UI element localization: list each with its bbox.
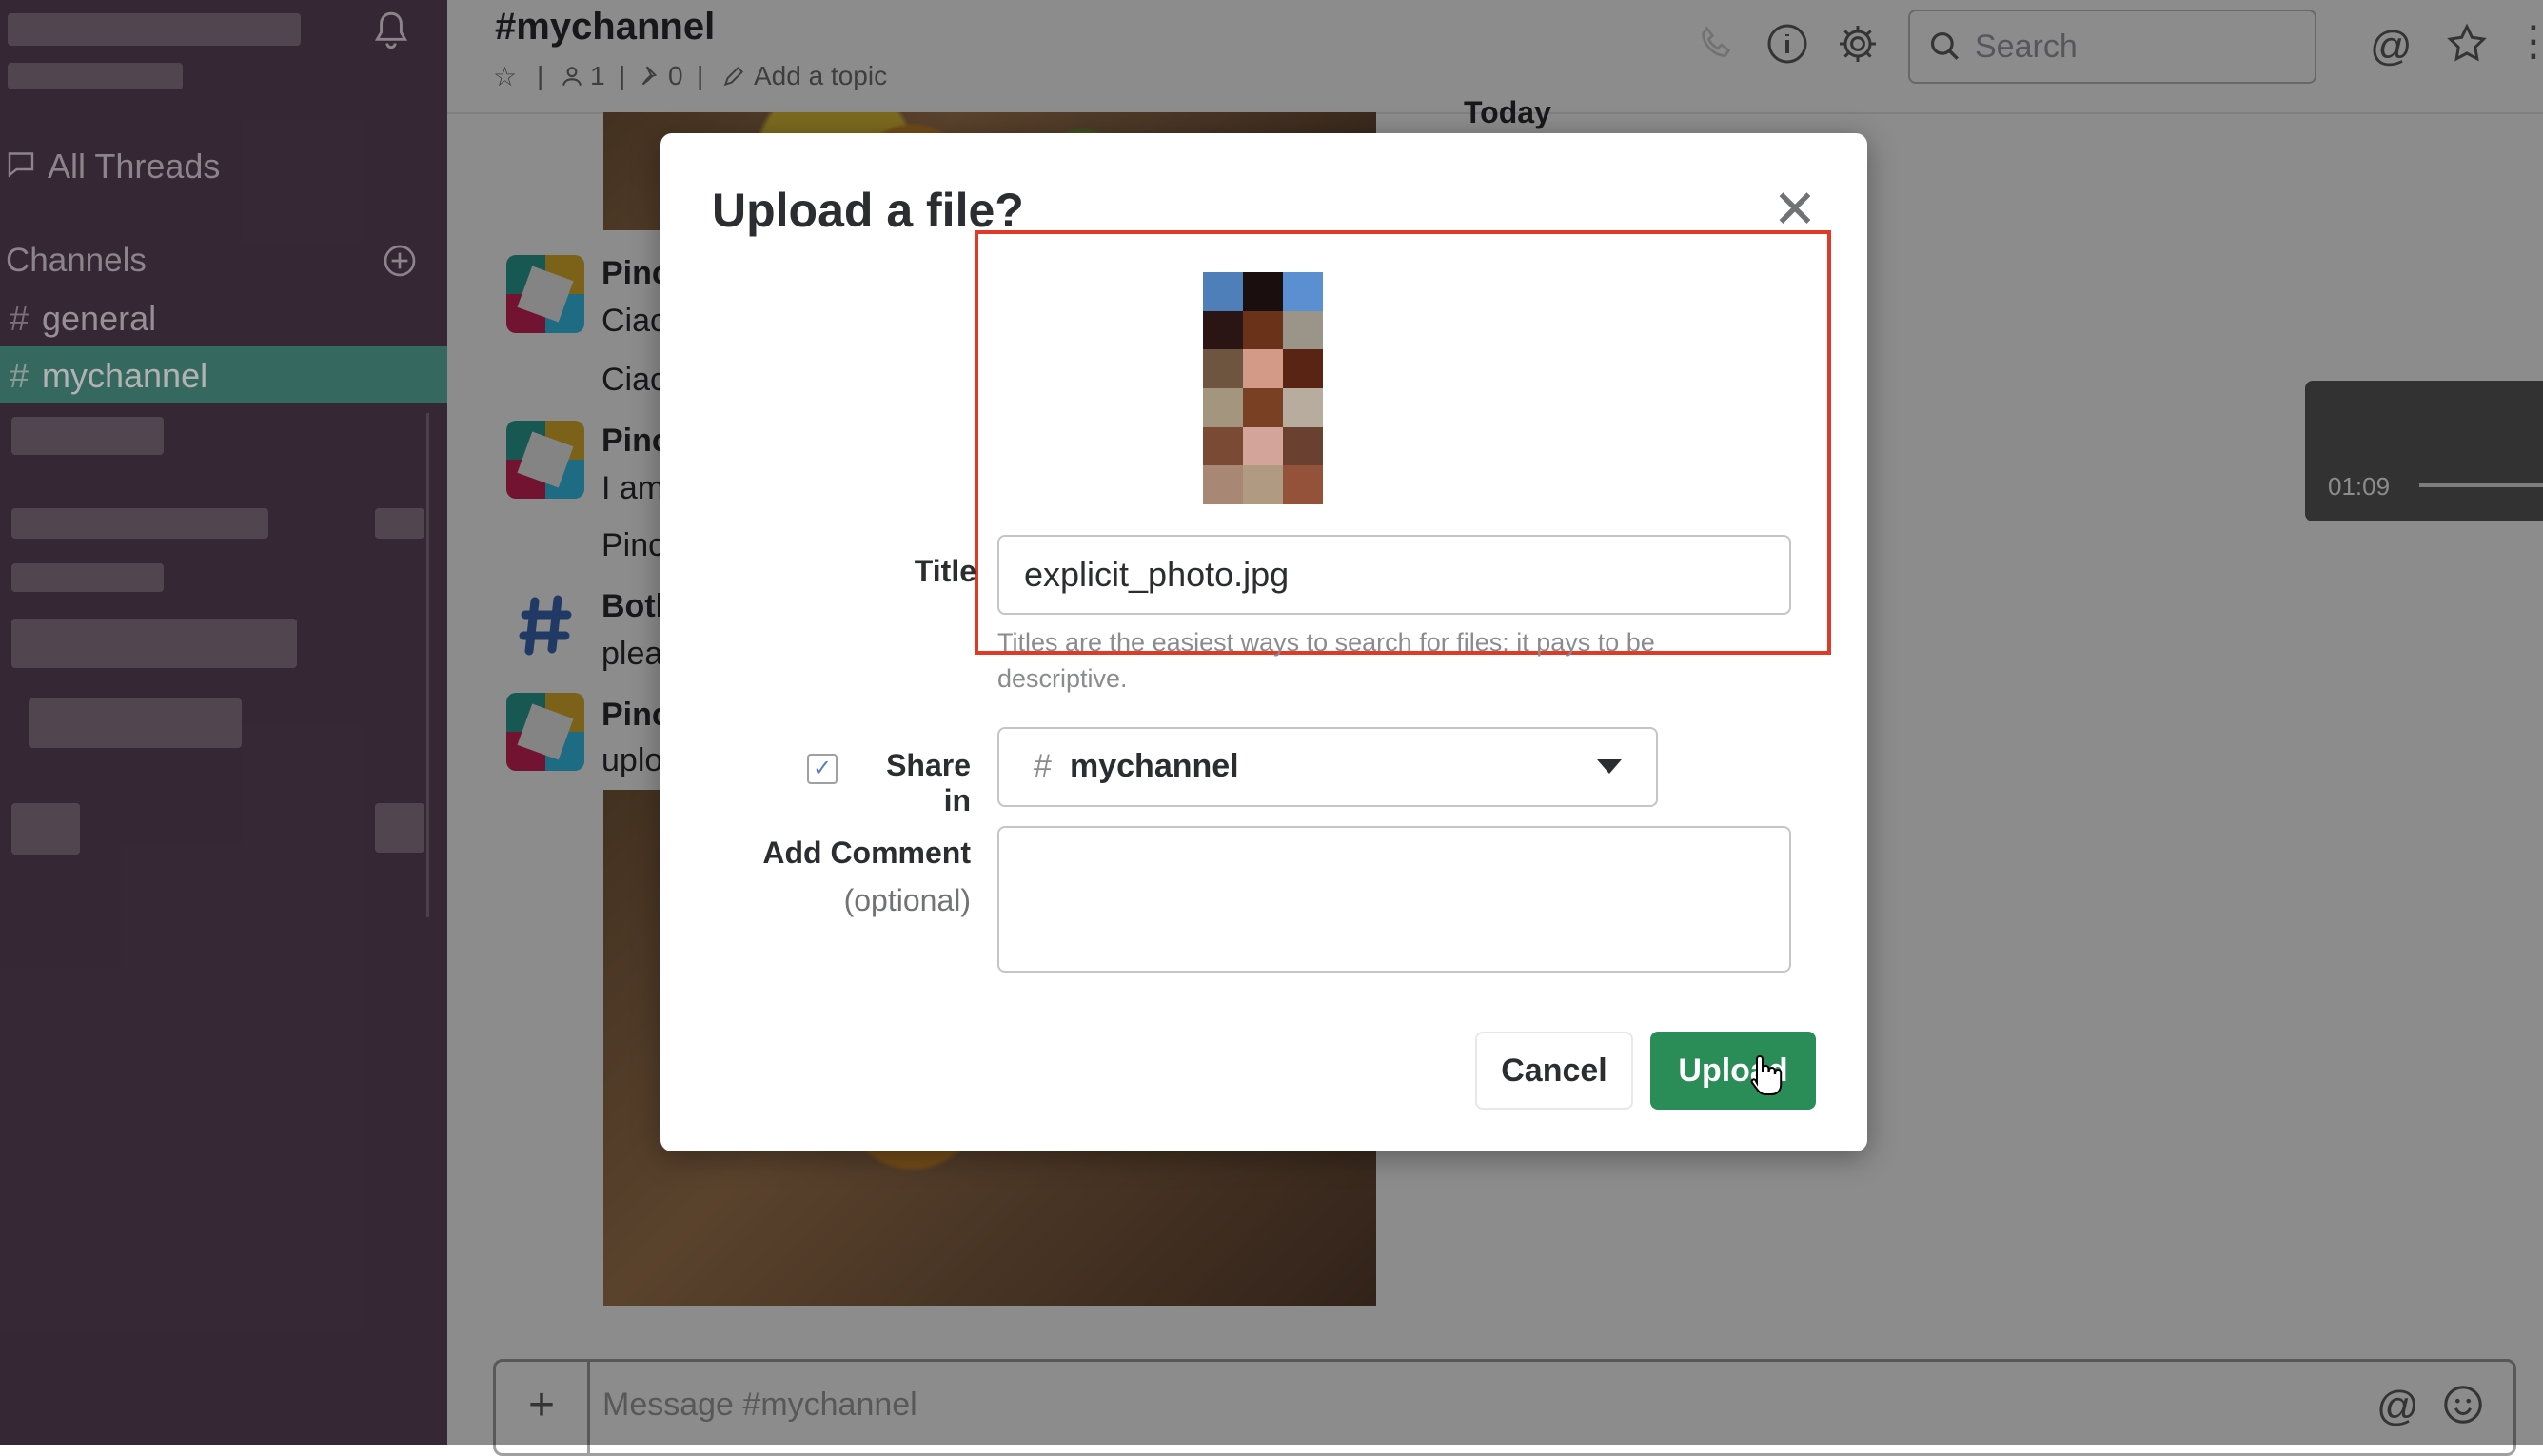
channel-hash: # [1034,748,1052,784]
modal-backdrop[interactable] [0,0,447,1445]
share-channel-select[interactable]: # mychannel [997,727,1658,807]
modal-backdrop[interactable] [447,1349,2543,1445]
optional-label: (optional) [843,883,971,917]
cancel-button[interactable]: Cancel [1475,1032,1633,1110]
title-input[interactable] [997,535,1791,615]
add-comment-label: Add Comment [762,836,971,870]
title-hint: Titles are the easiest ways to search fo… [997,628,1655,693]
upload-file-dialog: Upload a file? ✕ Title Titles are the ea… [660,133,1867,1151]
chevron-down-icon [1597,759,1622,774]
close-icon[interactable]: ✕ [1770,183,1820,236]
modal-backdrop[interactable] [447,0,2543,112]
selected-channel: mychannel [1070,748,1239,784]
upload-button[interactable]: Upload [1650,1032,1816,1110]
share-in-label[interactable]: Share in [851,748,971,818]
hand-cursor-icon [1745,1053,1784,1103]
title-label: Title [914,554,976,588]
share-checkbox[interactable]: ✓ [807,754,838,784]
comment-input[interactable] [997,826,1791,973]
